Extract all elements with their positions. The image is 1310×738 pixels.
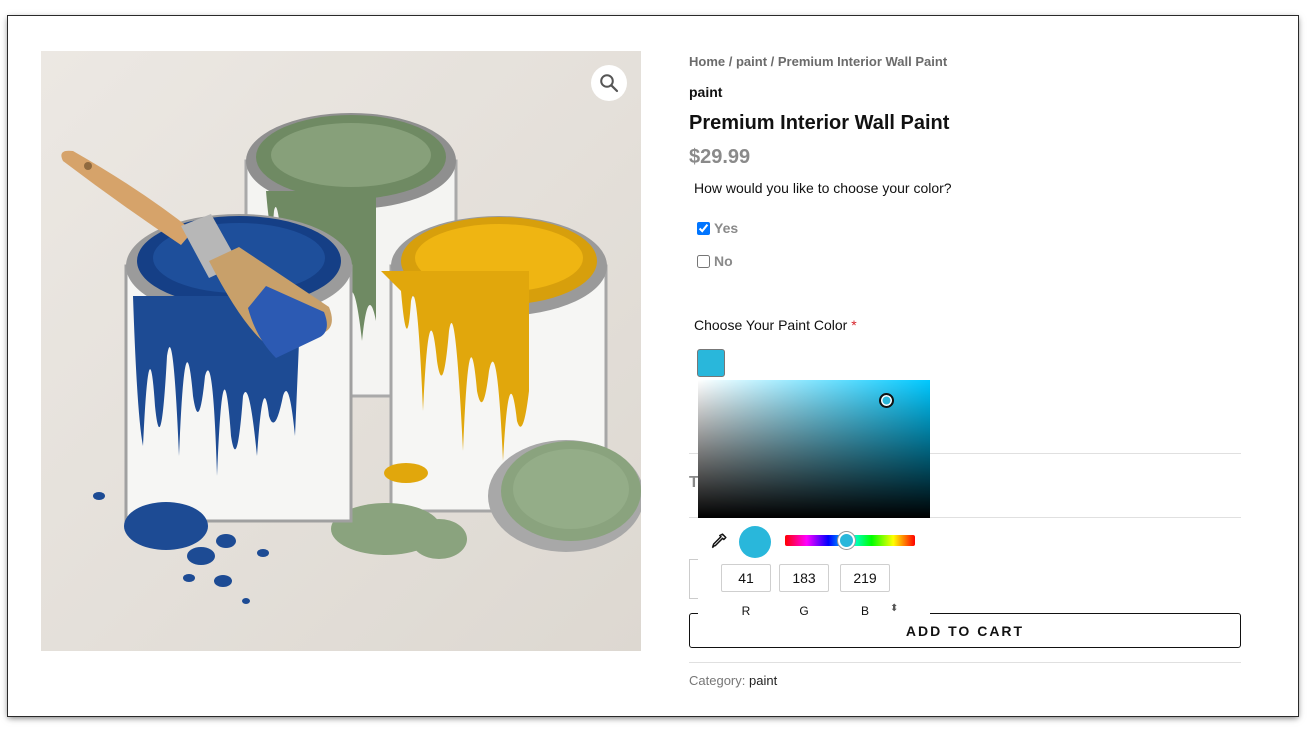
zoom-button[interactable] [591,65,627,101]
color-preview [739,526,771,558]
hue-slider-handle[interactable] [838,532,855,549]
color-mode-toggle[interactable]: ⬍ [890,603,898,614]
saturation-value-area[interactable] [698,380,930,518]
color-choice-no[interactable]: No [697,253,733,269]
red-channel-input[interactable] [721,564,771,592]
color-choice-yes[interactable]: Yes [697,220,738,236]
product-image[interactable] [41,51,641,651]
breadcrumb-separator: / [767,54,778,69]
hue-slider[interactable] [785,532,915,549]
blue-channel-label: B [860,604,869,618]
breadcrumb-category-link[interactable]: paint [736,54,767,69]
divider [689,662,1241,663]
paint-color-label-text: Choose Your Paint Color [694,317,848,333]
category-link[interactable]: paint [749,673,777,688]
eyedropper-icon [711,533,727,549]
category-label: Category: [689,673,749,688]
breadcrumb-current: Premium Interior Wall Paint [777,54,948,69]
breadcrumb: Home / paint / Premium Interior Wall Pai… [689,51,1241,73]
add-to-cart-button[interactable]: ADD TO CART [689,613,1241,648]
breadcrumb-home-link[interactable]: Home [689,54,725,69]
red-channel-label: R [741,604,751,618]
eyedropper-button[interactable] [710,532,728,550]
product-category: Category: paint [689,673,777,688]
magnifier-icon [600,74,619,93]
required-marker: * [851,317,857,333]
blue-channel-input[interactable] [840,564,890,592]
green-channel-label: G [799,604,809,618]
yes-label: Yes [714,220,739,236]
color-swatch-button[interactable] [697,349,725,377]
color-choice-question: How would you like to choose your color? [694,180,952,196]
color-picker-popup: R G B ⬍ [698,380,930,618]
yes-checkbox[interactable] [697,221,710,235]
no-checkbox[interactable] [697,254,710,268]
saturation-value-handle[interactable] [879,393,894,408]
page-frame: Home / paint / Premium Interior Wall Pai… [8,16,1298,716]
no-label: No [714,253,733,269]
paint-cans-illustration [61,113,641,604]
paint-color-label: Choose Your Paint Color * [694,317,857,333]
product-title: Premium Interior Wall Paint [689,112,950,134]
product-summary: Home / paint / Premium Interior Wall Pai… [689,51,1241,688]
breadcrumb-separator: / [725,54,736,69]
product-brand: paint [689,84,723,100]
green-channel-input[interactable] [779,564,829,592]
product-price: $29.99 [689,146,751,168]
